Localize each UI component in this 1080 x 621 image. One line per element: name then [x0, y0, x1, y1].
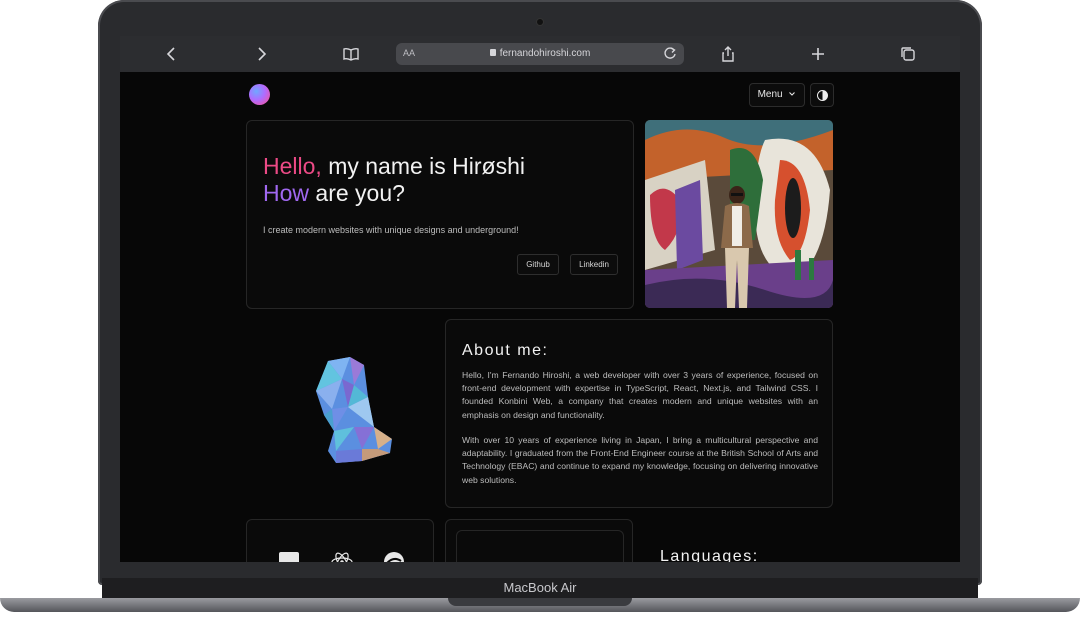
about-paragraph-1: Hello, I'm Fernando Hiroshi, a web devel… [462, 370, 818, 420]
share-icon[interactable] [718, 44, 738, 64]
address-bar[interactable]: AA fernandohiroshi.com [396, 43, 684, 65]
hero-subtitle: I create modern websites with unique des… [263, 225, 519, 235]
chevron-left-icon[interactable] [162, 44, 182, 64]
site-logo[interactable] [249, 84, 270, 105]
theme-toggle-button[interactable] [810, 83, 834, 107]
tabs-icon[interactable] [898, 44, 918, 64]
github-button[interactable]: Github [517, 254, 559, 275]
framework-icon [383, 552, 404, 562]
webcam [537, 19, 543, 25]
react-icon [331, 552, 353, 562]
project-card [445, 519, 633, 562]
trackpad-notch [448, 598, 632, 606]
hero-heading-line1: Hello, my name is Hirøshi [263, 153, 525, 180]
about-title: About me: [462, 342, 549, 359]
screen: AA fernandohiroshi.com Menu Hello, my na… [120, 36, 960, 562]
lock-icon [489, 49, 496, 56]
skills-card [246, 519, 434, 562]
book-icon[interactable] [341, 44, 361, 64]
lowpoly-bust-illustration [308, 357, 398, 465]
laptop-frame: AA fernandohiroshi.com Menu Hello, my na… [0, 0, 1080, 621]
hero-accent-hello: Hello, [263, 153, 322, 179]
device-label: MacBook Air [503, 580, 577, 595]
linkedin-button[interactable]: Linkedin [570, 254, 618, 275]
project-preview [456, 530, 624, 562]
hero-accent-how: How [263, 180, 310, 206]
javascript-icon [279, 552, 299, 562]
about-paragraph-2: With over 10 years of experience living … [462, 435, 818, 485]
chevron-down-icon [788, 85, 796, 107]
menu-button[interactable]: Menu [749, 83, 805, 107]
languages-title: Languages: [660, 548, 759, 562]
webpage: Menu Hello, my name is Hirøshi How are y… [120, 72, 960, 562]
browser-toolbar: AA fernandohiroshi.com [120, 36, 960, 72]
hero-question-text: are you? [309, 180, 405, 206]
laptop-base: MacBook Air [0, 578, 1080, 621]
reload-icon[interactable] [663, 45, 677, 64]
plus-icon[interactable] [808, 44, 828, 64]
contrast-icon [817, 90, 828, 101]
hero-heading-line2: How are you? [263, 180, 405, 207]
profile-photo [645, 120, 833, 308]
hero-name-text: my name is Hirøshi [321, 153, 526, 179]
about-card: About me: Hello, I'm Fernando Hiroshi, a… [445, 319, 833, 508]
url-display[interactable]: fernandohiroshi.com [396, 48, 684, 59]
hero-card: Hello, my name is Hirøshi How are you? I… [246, 120, 634, 309]
chevron-right-icon[interactable] [251, 44, 271, 64]
url-text: fernandohiroshi.com [499, 48, 591, 59]
menu-label: Menu [757, 89, 783, 100]
